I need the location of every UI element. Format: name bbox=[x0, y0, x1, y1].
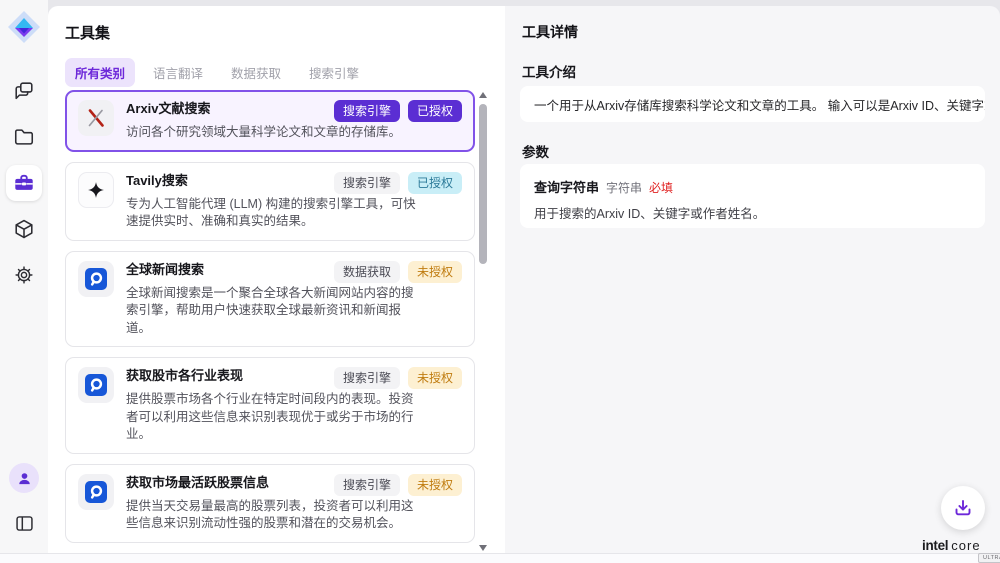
tool-description: 访问各个研究领域大量科学论文和文章的存储库。 bbox=[126, 124, 418, 142]
tool-name: 全球新闻搜索 bbox=[126, 261, 204, 278]
tool-detail-panel: 工具详情 工具介绍 一个用于从Arxiv存储库搜索科学论文和文章的工具。 输入可… bbox=[505, 6, 1000, 553]
tool-list-panel: 工具集 所有类别 语言翻译 数据获取 搜索引擎 Arxiv文献搜索 搜索引擎 已… bbox=[48, 6, 505, 553]
gear-icon bbox=[13, 264, 35, 286]
toolbox-icon bbox=[13, 172, 35, 194]
sidebar-bottom bbox=[6, 463, 42, 553]
scroll-down-arrow-icon[interactable] bbox=[479, 545, 487, 551]
page-title: 工具集 bbox=[65, 22, 110, 43]
params-heading: 参数 bbox=[522, 141, 549, 161]
tool-description: 提供股票市场各个行业在特定时间段内的表现。投资者可以利用这些信息来识别表现优于或… bbox=[126, 391, 418, 444]
card-content: Tavily搜索 搜索引擎 已授权 专为人工智能代理 (LLM) 构建的搜索引擎… bbox=[126, 172, 462, 231]
sidebar-nav bbox=[6, 73, 42, 303]
tool-name: 获取市场最活跃股票信息 bbox=[126, 474, 269, 491]
tool-card-arxiv[interactable]: Arxiv文献搜索 搜索引擎 已授权 访问各个研究领域大量科学论文和文章的存储库… bbox=[65, 90, 475, 152]
card-content: 获取市场最活跃股票信息 搜索引擎 未授权 提供当天交易量最高的股票列表，投资者可… bbox=[126, 474, 462, 533]
auth-status-badge: 已授权 bbox=[408, 172, 462, 194]
tab-search-engine[interactable]: 搜索引擎 bbox=[299, 58, 369, 87]
parameter-card: 查询字符串 字符串 必填 用于搜索的Arxiv ID、关键字或作者姓名。 bbox=[520, 164, 985, 228]
tool-card-list: Arxiv文献搜索 搜索引擎 已授权 访问各个研究领域大量科学论文和文章的存储库… bbox=[65, 90, 475, 553]
sidebar-item-packages[interactable] bbox=[6, 211, 42, 247]
tool-name: Arxiv文献搜索 bbox=[126, 100, 211, 117]
auth-status-badge: 未授权 bbox=[408, 367, 462, 389]
tool-card-active-stocks[interactable]: 获取市场最活跃股票信息 搜索引擎 未授权 提供当天交易量最高的股票列表，投资者可… bbox=[65, 464, 475, 543]
tool-intro-text: 一个用于从Arxiv存储库搜索科学论文和文章的工具。 输入可以是Arxiv ID… bbox=[534, 95, 985, 114]
panel-layout-icon bbox=[14, 513, 35, 534]
ultra-badge: ultra bbox=[978, 553, 1000, 563]
sidebar-item-chat[interactable] bbox=[6, 73, 42, 109]
card-content: 获取股市各行业表现 搜索引擎 未授权 提供股票市场各个行业在特定时间段内的表现。… bbox=[126, 367, 462, 444]
category-badge: 搜索引擎 bbox=[334, 367, 400, 389]
sparkle-icon bbox=[78, 172, 114, 208]
tool-intro-box: 一个用于从Arxiv存储库搜索科学论文和文章的工具。 输入可以是Arxiv ID… bbox=[520, 86, 985, 122]
tab-all-categories[interactable]: 所有类别 bbox=[65, 58, 135, 87]
folder-icon bbox=[13, 126, 35, 148]
scrollbar-thumb[interactable] bbox=[479, 104, 487, 264]
tool-description: 专为人工智能代理 (LLM) 构建的搜索引擎工具，可快速提供实时、准确和真实的结… bbox=[126, 196, 418, 231]
card-content: 全球新闻搜索 数据获取 未授权 全球新闻搜索是一个聚合全球各大新闻网站内容的搜索… bbox=[126, 261, 462, 338]
category-badge: 搜索引擎 bbox=[334, 100, 400, 122]
card-content: Arxiv文献搜索 搜索引擎 已授权 访问各个研究领域大量科学论文和文章的存储库… bbox=[126, 100, 462, 142]
param-type: 字符串 bbox=[606, 179, 642, 196]
param-required-label: 必填 bbox=[649, 179, 673, 196]
sidebar bbox=[0, 0, 48, 553]
q-search-icon bbox=[78, 474, 114, 510]
app-logo-icon bbox=[6, 9, 42, 45]
user-avatar[interactable] bbox=[9, 463, 39, 493]
arxiv-logo-icon bbox=[78, 100, 114, 136]
q-search-icon bbox=[78, 261, 114, 297]
param-name: 查询字符串 bbox=[534, 177, 599, 196]
intel-core-logo: intel core ultra bbox=[922, 538, 981, 553]
param-description: 用于搜索的Arxiv ID、关键字或作者姓名。 bbox=[534, 203, 971, 222]
list-scrollbar[interactable] bbox=[478, 90, 488, 553]
category-badge: 搜索引擎 bbox=[334, 474, 400, 496]
tab-language-translation[interactable]: 语言翻译 bbox=[143, 58, 213, 87]
sidebar-item-files[interactable] bbox=[6, 119, 42, 155]
package-icon bbox=[13, 218, 35, 240]
chat-icon bbox=[13, 80, 35, 102]
intro-heading: 工具介绍 bbox=[522, 61, 576, 81]
q-search-icon bbox=[78, 367, 114, 403]
tool-name: 获取股市各行业表现 bbox=[126, 367, 243, 384]
tab-data-fetching[interactable]: 数据获取 bbox=[221, 58, 291, 87]
tool-card-stock-sectors[interactable]: 获取股市各行业表现 搜索引擎 未授权 提供股票市场各个行业在特定时间段内的表现。… bbox=[65, 357, 475, 454]
download-icon bbox=[953, 498, 973, 518]
sidebar-item-settings[interactable] bbox=[6, 257, 42, 293]
user-icon bbox=[16, 470, 33, 487]
category-tabs: 所有类别 语言翻译 数据获取 搜索引擎 bbox=[65, 58, 369, 87]
category-badge: 搜索引擎 bbox=[334, 172, 400, 194]
detail-title: 工具详情 bbox=[522, 22, 578, 42]
sidebar-item-tools[interactable] bbox=[6, 165, 42, 201]
category-badge: 数据获取 bbox=[334, 261, 400, 283]
auth-status-badge: 未授权 bbox=[408, 474, 462, 496]
auth-status-badge: 未授权 bbox=[408, 261, 462, 283]
bottom-edge-strip bbox=[0, 553, 1000, 563]
tool-card-global-news[interactable]: 全球新闻搜索 数据获取 未授权 全球新闻搜索是一个聚合全球各大新闻网站内容的搜索… bbox=[65, 251, 475, 348]
scroll-up-arrow-icon[interactable] bbox=[479, 92, 487, 98]
tool-description: 提供当天交易量最高的股票列表，投资者可以利用这些信息来识别流动性强的股票和潜在的… bbox=[126, 498, 418, 533]
tool-name: Tavily搜索 bbox=[126, 172, 188, 189]
intel-brand-text: intel bbox=[922, 538, 948, 553]
sidebar-item-panel-toggle[interactable] bbox=[6, 505, 42, 541]
tool-card-tavily[interactable]: Tavily搜索 搜索引擎 已授权 专为人工智能代理 (LLM) 构建的搜索引擎… bbox=[65, 162, 475, 241]
core-brand-text: core bbox=[951, 538, 980, 553]
download-button[interactable] bbox=[941, 486, 985, 530]
auth-status-badge: 已授权 bbox=[408, 100, 462, 122]
tool-description: 全球新闻搜索是一个聚合全球各大新闻网站内容的搜索引擎，帮助用户快速获取全球最新资… bbox=[126, 285, 418, 338]
